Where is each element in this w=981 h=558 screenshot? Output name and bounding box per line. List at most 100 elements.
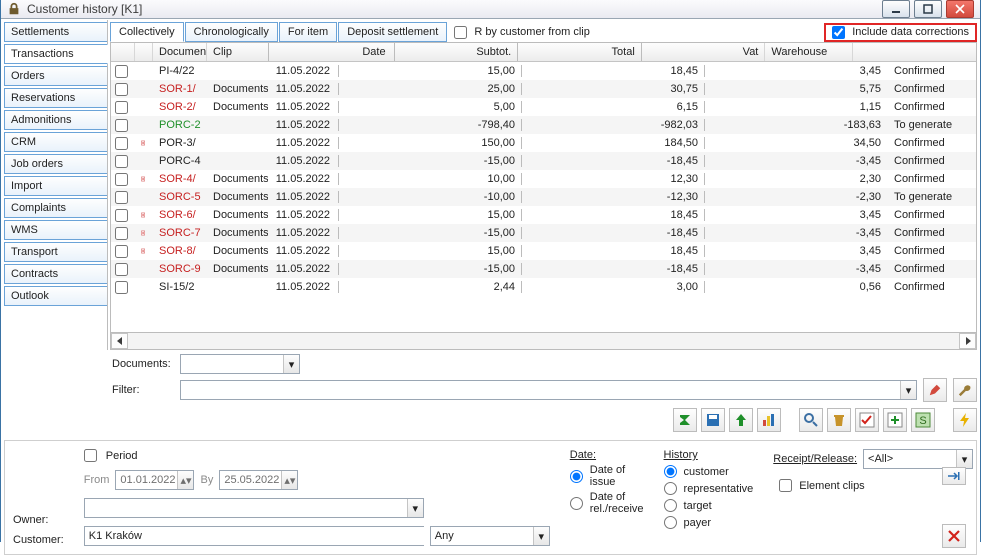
table-row[interactable]: PORC-211.05.2022-798,40-982,03-183,63To … xyxy=(111,116,976,134)
plus-button[interactable] xyxy=(883,408,907,432)
cell-vat: -3,45 xyxy=(704,263,888,275)
table-row[interactable]: POR-3/11.05.2022150,00184,5034,50Confirm… xyxy=(111,134,976,152)
vtab-contracts[interactable]: Contracts xyxy=(4,264,108,284)
row-checkbox[interactable] xyxy=(115,101,128,114)
radio-customer[interactable]: customer xyxy=(664,465,754,478)
radio-payer[interactable]: payer xyxy=(664,516,754,529)
htab-for-item[interactable]: For item xyxy=(279,22,337,42)
vtab-wms[interactable]: WMS xyxy=(4,220,108,240)
pin-button[interactable] xyxy=(942,467,966,485)
vtab-settlements[interactable]: Settlements xyxy=(4,22,108,42)
table-row[interactable]: SI-15/211.05.20222,443,000,56Confirmed xyxy=(111,278,976,296)
cell-document: PORC-4 xyxy=(153,155,207,167)
cell-warehouse: Confirmed xyxy=(888,155,976,167)
panel-close-button[interactable] xyxy=(942,524,966,548)
row-checkbox[interactable] xyxy=(115,119,128,132)
owner-combo[interactable]: ▾ xyxy=(84,498,424,518)
window-maximize-button[interactable] xyxy=(914,0,942,18)
search-button[interactable] xyxy=(799,408,823,432)
table-row[interactable]: SOR-2/Documents11.05.20225,006,151,15Con… xyxy=(111,98,976,116)
vtab-outlook[interactable]: Outlook xyxy=(4,286,108,306)
htab-deposit-settlement[interactable]: Deposit settlement xyxy=(338,22,447,42)
include-data-corrections-checkbox[interactable]: Include data corrections xyxy=(824,23,977,42)
by-label: By xyxy=(200,474,213,486)
period-checkbox[interactable]: Period xyxy=(84,449,550,462)
customer-combo[interactable]: K1 Kraków xyxy=(84,526,424,546)
table-row[interactable]: SORC-7Documents11.05.2022-15,00-18,45-3,… xyxy=(111,224,976,242)
cell-total: 18,45 xyxy=(521,209,705,221)
table-row[interactable]: SORC-9Documents11.05.2022-15,00-18,45-3,… xyxy=(111,260,976,278)
chevron-down-icon[interactable]: ▾ xyxy=(956,450,972,468)
cell-warehouse: Confirmed xyxy=(888,101,976,113)
filter-wrench-button[interactable] xyxy=(953,378,977,402)
horizontal-scrollbar[interactable] xyxy=(110,333,977,350)
vtab-reservations[interactable]: Reservations xyxy=(4,88,108,108)
vtab-crm[interactable]: CRM xyxy=(4,132,108,152)
by-date-input[interactable]: 25.05.2022▴▾ xyxy=(219,470,298,490)
row-checkbox[interactable] xyxy=(115,155,128,168)
vtab-transactions[interactable]: Transactions xyxy=(4,44,108,64)
row-checkbox[interactable] xyxy=(115,281,128,294)
bars-button[interactable] xyxy=(757,408,781,432)
row-checkbox[interactable] xyxy=(115,65,128,78)
receipt-release-label: Receipt/Release: xyxy=(773,453,857,465)
radio-date-of-issue[interactable]: Date of issue xyxy=(570,464,644,488)
row-checkbox[interactable] xyxy=(115,137,128,150)
vtab-job orders[interactable]: Job orders xyxy=(4,154,108,174)
chevron-down-icon[interactable]: ▾ xyxy=(533,527,549,545)
vtab-admonitions[interactable]: Admonitions xyxy=(4,110,108,130)
radio-representative[interactable]: representative xyxy=(664,482,754,495)
table-row[interactable]: SOR-1/Documents11.05.202225,0030,755,75C… xyxy=(111,80,976,98)
table-row[interactable]: PI-4/2211.05.202215,0018,453,45Confirmed xyxy=(111,62,976,80)
radio-date-of-rel[interactable]: Date of rel./receive xyxy=(570,491,644,515)
window-close-button[interactable] xyxy=(946,0,974,18)
htab-collectively[interactable]: Collectively xyxy=(110,22,184,42)
check-button[interactable] xyxy=(855,408,879,432)
scroll-right-button[interactable] xyxy=(959,333,976,349)
row-checkbox[interactable] xyxy=(115,173,128,186)
row-checkbox[interactable] xyxy=(115,227,128,240)
customer-any-combo[interactable]: Any▾ xyxy=(430,526,550,546)
up-button[interactable] xyxy=(729,408,753,432)
row-checkbox[interactable] xyxy=(115,83,128,96)
receipt-release-combo[interactable]: <All>▾ xyxy=(863,449,973,469)
r-by-customer-checkbox[interactable]: R by customer from clip xyxy=(454,26,590,39)
row-checkbox[interactable] xyxy=(115,245,128,258)
trash-button[interactable] xyxy=(827,408,851,432)
vtab-complaints[interactable]: Complaints xyxy=(4,198,108,218)
cell-date: 11.05.2022 xyxy=(269,173,339,185)
s-button[interactable]: S xyxy=(911,408,935,432)
htab-chronologically[interactable]: Chronologically xyxy=(185,22,278,42)
lightning-button[interactable] xyxy=(953,408,977,432)
chevron-down-icon[interactable]: ▾ xyxy=(283,355,299,373)
row-checkbox[interactable] xyxy=(115,263,128,276)
cell-vat: -2,30 xyxy=(704,191,888,203)
vtab-import[interactable]: Import xyxy=(4,176,108,196)
window-minimize-button[interactable] xyxy=(882,0,910,18)
history-grid[interactable]: Document Clip Date Subtot. Total Vat War… xyxy=(110,42,977,333)
cell-subtotal: 5,00 xyxy=(338,101,522,113)
from-date-input[interactable]: 01.01.2022▴▾ xyxy=(115,470,194,490)
table-row[interactable]: SOR-8/Documents11.05.202215,0018,453,45C… xyxy=(111,242,976,260)
table-row[interactable]: PORC-411.05.2022-15,00-18,45-3,45Confirm… xyxy=(111,152,976,170)
radio-target[interactable]: target xyxy=(664,499,754,512)
vtab-transport[interactable]: Transport xyxy=(4,242,108,262)
chevron-down-icon[interactable]: ▾ xyxy=(407,499,423,517)
spinner-icon[interactable]: ▴▾ xyxy=(281,471,297,489)
table-row[interactable]: SORC-5Documents11.05.2022-10,00-12,30-2,… xyxy=(111,188,976,206)
cell-subtotal: -15,00 xyxy=(338,263,522,275)
sum-button[interactable] xyxy=(673,408,697,432)
documents-combo[interactable]: ▾ xyxy=(180,354,300,374)
chevron-down-icon[interactable]: ▾ xyxy=(900,381,916,399)
vtab-orders[interactable]: Orders xyxy=(4,66,108,86)
cell-total: -18,45 xyxy=(521,227,705,239)
filter-combo[interactable]: ▾ xyxy=(180,380,917,400)
table-row[interactable]: SOR-4/Documents11.05.202210,0012,302,30C… xyxy=(111,170,976,188)
filter-edit-button[interactable] xyxy=(923,378,947,402)
table-row[interactable]: SOR-6/Documents11.05.202215,0018,453,45C… xyxy=(111,206,976,224)
scroll-left-button[interactable] xyxy=(111,333,128,349)
row-checkbox[interactable] xyxy=(115,191,128,204)
save-button[interactable] xyxy=(701,408,725,432)
row-checkbox[interactable] xyxy=(115,209,128,222)
spinner-icon[interactable]: ▴▾ xyxy=(177,471,193,489)
